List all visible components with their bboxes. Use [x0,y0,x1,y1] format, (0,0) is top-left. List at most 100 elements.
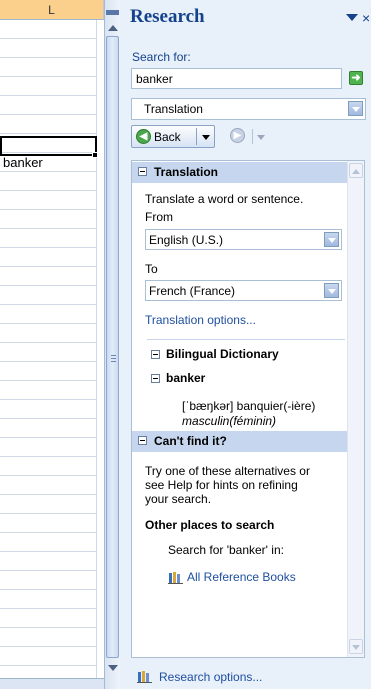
collapse-icon[interactable] [138,167,147,176]
start-search-button[interactable]: ➜ [349,71,363,85]
back-label: Back [154,130,181,144]
grip-icon [111,355,116,362]
column-header-l[interactable]: L [0,0,104,20]
word-header-label: banker [166,371,206,385]
grid-row[interactable] [0,210,97,229]
research-options-icon [137,671,152,683]
grid-row[interactable] [0,172,97,191]
books-icon [168,572,183,584]
search-for-in-text: Search for 'banker' in: [168,543,284,557]
grid-row[interactable] [0,77,97,96]
grid-row[interactable] [0,267,97,286]
scroll-thumb[interactable] [106,36,119,658]
scroll-up-icon[interactable] [108,25,118,31]
pane-menu-icon[interactable] [346,14,358,21]
collapse-icon[interactable] [151,350,160,359]
close-icon[interactable]: × [362,9,370,27]
grid-row[interactable] [0,362,97,381]
grid-row[interactable] [0,305,97,324]
chevron-down-icon[interactable] [324,232,339,247]
from-language-select[interactable]: English (U.S.) [145,229,342,250]
fill-handle[interactable] [92,152,98,158]
cant-find-section-header[interactable]: Can't find it? [132,431,347,452]
scroll-down-icon[interactable] [108,665,118,671]
results-panel: Translation Translate a word or sentence… [131,160,365,658]
grid-row[interactable] [0,609,97,628]
bilingual-dictionary-header[interactable]: Bilingual Dictionary [151,347,279,361]
search-label: Search for: [132,50,191,64]
research-pane: Research × Search for: banker ➜ Translat… [120,0,371,689]
grid-row[interactable] [0,647,97,666]
active-cell-border[interactable] [0,136,97,156]
search-input[interactable]: banker [131,68,342,89]
grid-row[interactable] [0,324,97,343]
grid-row[interactable] [0,229,97,248]
grid-row[interactable] [0,495,97,514]
pane-title: Research [130,6,205,27]
forward-history-dropdown-icon[interactable] [257,135,265,140]
cant-find-text-2: see Help for hints on refining [145,478,298,492]
vertical-scrollbar[interactable] [104,0,120,689]
translation-options-link[interactable]: Translation options... [145,313,256,327]
cant-find-text-3: your search. [145,492,212,506]
grid-row[interactable] [0,96,97,115]
grid-row[interactable] [0,39,97,58]
grid-row[interactable] [0,628,97,647]
collapse-icon[interactable] [138,436,147,445]
translate-description: Translate a word or sentence. [145,192,304,206]
grid-row[interactable] [0,248,97,267]
back-arrow-icon: ◀ [136,129,151,144]
reference-source-value: Translation [144,102,203,116]
from-language-value: English (U.S.) [149,233,224,247]
research-options-link[interactable]: Research options... [159,670,262,684]
grid-row[interactable] [0,115,97,134]
collapse-icon[interactable] [151,374,160,383]
to-label: To [145,262,158,276]
grid-row[interactable] [0,533,97,552]
grid-rows: banker [0,20,97,685]
horizontal-scrollbar[interactable] [0,678,104,689]
grid-row[interactable] [0,400,97,419]
to-language-select[interactable]: French (France) [145,280,342,301]
section-divider [147,339,345,340]
back-split-divider [196,128,197,145]
grid-row[interactable] [0,381,97,400]
grid-row[interactable] [0,20,97,39]
grid-row[interactable] [0,58,97,77]
grid-row[interactable] [0,590,97,609]
grid-row[interactable] [0,476,97,495]
cant-find-header-label: Can't find it? [154,434,227,448]
grid-row[interactable] [0,552,97,571]
grid-row[interactable] [0,343,97,362]
chevron-down-icon[interactable] [348,101,363,116]
word-header[interactable]: banker [151,371,205,385]
forward-button[interactable]: ▶ [226,125,270,148]
spreadsheet-area: L banker [0,0,104,689]
back-button[interactable]: ◀ Back [131,125,215,148]
translation-section-header[interactable]: Translation [132,162,347,183]
translation-header-label: Translation [154,165,219,179]
to-language-value: French (France) [149,284,236,298]
forward-arrow-icon: ▶ [230,128,245,143]
results-scrollbar[interactable] [347,161,364,657]
cant-find-text-1: Try one of these alternatives or [145,464,310,478]
reference-source-select[interactable]: Translation [131,98,366,120]
grid-row[interactable] [0,286,97,305]
pane-footer: Research options... [120,666,371,689]
chevron-down-icon[interactable] [324,283,339,298]
cell-value: banker [3,155,43,170]
grid-row[interactable] [0,514,97,533]
grid-row[interactable] [0,191,97,210]
grid-row[interactable] [0,438,97,457]
split-box[interactable] [106,10,119,15]
scroll-up-icon [352,169,360,174]
other-places-heading: Other places to search [145,518,275,532]
grid-row[interactable] [0,457,97,476]
grid-row[interactable] [0,571,97,590]
grid-row[interactable] [0,419,97,438]
scroll-down-icon [352,645,360,650]
dictionary-gender: masculin(féminin) [182,414,277,428]
forward-split-divider [252,129,253,144]
back-history-dropdown-icon[interactable] [202,135,210,140]
all-reference-books-link[interactable]: All Reference Books [187,570,296,584]
